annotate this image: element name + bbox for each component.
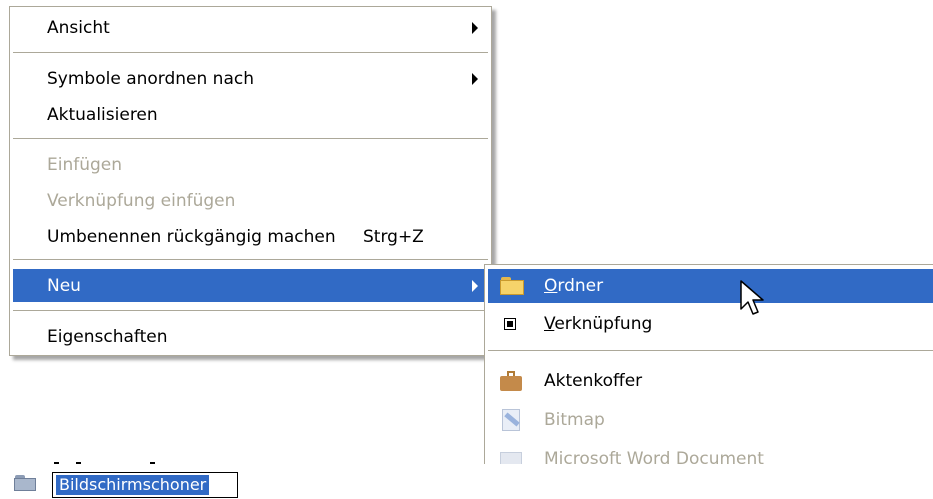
submenu-item-label: Verknüpfung — [544, 314, 653, 334]
desktop-folder-rename: Bildschirmschoner — [14, 454, 274, 499]
menu-separator — [13, 138, 488, 139]
menu-item-label: Verknüpfung einfügen — [47, 190, 236, 211]
submenu-item-label: Microsoft Word Document — [544, 449, 764, 464]
submenu-item-word-document[interactable]: Microsoft Word Document — [488, 442, 933, 464]
menu-item-label: Umbenennen rückgängig machen — [47, 226, 336, 247]
menu-item-eigenschaften[interactable]: Eigenschaften — [13, 320, 488, 353]
rename-input[interactable]: Bildschirmschoner — [52, 472, 238, 498]
menu-item-label: Symbole anordnen nach — [47, 68, 254, 89]
rename-input-selected-text: Bildschirmschoner — [56, 475, 210, 495]
shortcut-icon — [500, 318, 516, 330]
mouse-pointer-icon — [740, 280, 764, 315]
folder-icon[interactable] — [14, 475, 36, 491]
menu-separator — [488, 350, 933, 351]
label-fragment — [54, 462, 59, 464]
word-document-icon — [500, 452, 522, 464]
label-fragment — [150, 462, 155, 464]
folder-icon — [500, 277, 524, 295]
submenu-item-label: Aktenkoffer — [544, 371, 643, 391]
submenu-arrow-icon — [472, 72, 478, 85]
menu-item-neu[interactable]: Neu — [13, 269, 488, 302]
menu-separator — [13, 310, 488, 311]
submenu-item-verknuepfung[interactable]: Verknüpfung — [488, 307, 933, 341]
submenu-arrow-icon — [472, 21, 478, 34]
submenu-item-aktenkoffer[interactable]: Aktenkoffer — [488, 364, 933, 398]
menu-item-label: Aktualisieren — [47, 104, 158, 125]
briefcase-icon — [500, 371, 522, 391]
menu-item-aktualisieren[interactable]: Aktualisieren — [13, 98, 488, 131]
menu-item-label: Ansicht — [47, 17, 110, 38]
submenu-item-bitmap[interactable]: Bitmap — [488, 403, 933, 437]
desktop-context-menu: Ansicht Symbole anordnen nach Aktualisie… — [9, 6, 492, 356]
submenu-item-label: Ordner — [544, 276, 604, 296]
submenu-item-ordner[interactable]: Ordner — [488, 269, 933, 303]
menu-item-symbole-anordnen[interactable]: Symbole anordnen nach — [13, 62, 488, 95]
menu-separator — [13, 52, 488, 53]
menu-item-label: Eigenschaften — [47, 326, 168, 347]
menu-item-umbenennen-rueckgaengig[interactable]: Umbenennen rückgängig machen Strg+Z — [13, 220, 488, 253]
label-fragment — [76, 462, 81, 464]
menu-item-label: Neu — [47, 275, 81, 296]
menu-item-verknuepfung-einfuegen: Verknüpfung einfügen — [13, 184, 488, 217]
submenu-item-label: Bitmap — [544, 410, 605, 430]
menu-item-label: Einfügen — [47, 154, 123, 175]
bitmap-icon — [500, 409, 522, 431]
menu-item-ansicht[interactable]: Ansicht — [13, 11, 488, 44]
menu-item-einfuegen: Einfügen — [13, 148, 488, 181]
menu-separator — [13, 259, 488, 260]
submenu-arrow-icon — [472, 279, 478, 292]
new-submenu: Ordner Verknüpfung Aktenkoffer Bitmap Mi… — [484, 264, 933, 464]
menu-item-shortcut: Strg+Z — [363, 226, 424, 247]
